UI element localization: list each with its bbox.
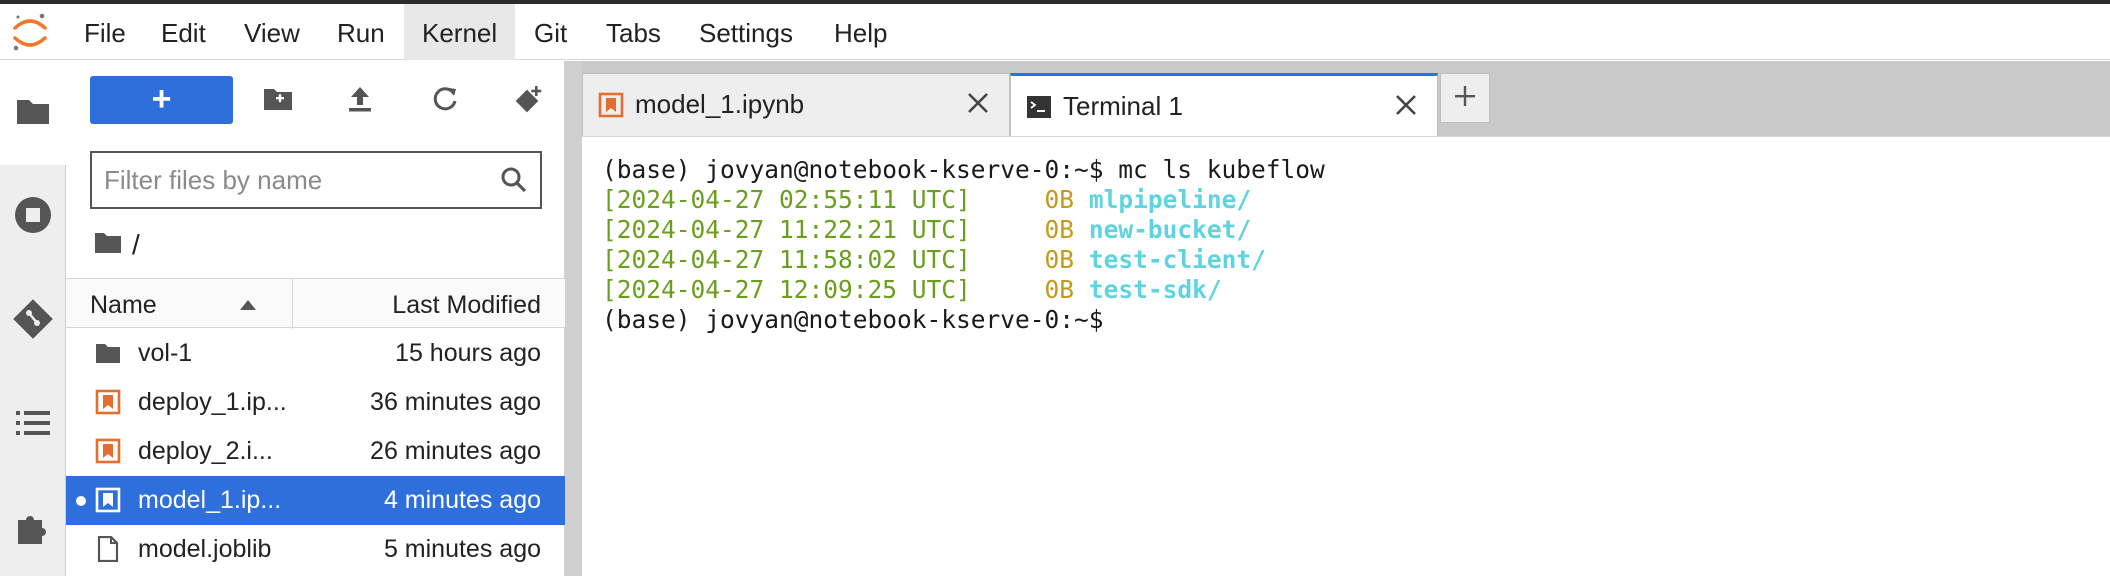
file-filter-field [90,151,542,209]
list-icon [15,408,51,443]
home-folder-icon[interactable] [94,229,122,261]
puzzle-icon [14,508,52,551]
entry-name: test-client/ [1088,245,1266,274]
notebook-icon [597,91,625,119]
file-row[interactable]: deploy_2.i... 26 minutes ago [66,427,565,476]
menu-help[interactable]: Help [816,4,905,60]
terminal-command: mc ls kubeflow [1103,155,1325,184]
menu-tabs[interactable]: Tabs [588,4,679,60]
refresh-button[interactable] [425,81,465,121]
file-modified: 15 hours ago [395,339,541,367]
menu-git[interactable]: Git [516,4,585,60]
entry-name: new-bucket/ [1088,215,1252,244]
rail-running-button[interactable] [0,165,66,269]
file-icon [94,535,122,563]
entry-name: test-sdk/ [1088,275,1222,304]
file-row[interactable]: deploy_1.ip... 36 minutes ago [66,378,565,427]
column-divider[interactable] [292,279,293,329]
terminal-prompt-line: (base) jovyan@notebook-kserve-0:~$ [602,305,1104,335]
terminal-entry: [2024-04-27 11:58:02 UTC] 0B test-client… [602,245,1266,275]
breadcrumb-root[interactable]: / [132,229,140,261]
menu-run[interactable]: Run [319,4,403,60]
close-icon[interactable] [1393,92,1419,118]
terminal-prompt: (base) jovyan@notebook-kserve-0:~$ [602,305,1104,334]
menu-kernel[interactable]: Kernel [404,4,516,60]
plus-icon [1453,84,1477,113]
entry-size: 0B [1044,275,1075,304]
rail-git-button[interactable] [0,269,66,373]
upload-button[interactable] [340,81,380,121]
entry-date: [2024-04-27 11:22:21 UTC] [602,215,971,244]
menu-view[interactable]: View [226,4,318,60]
git-clone-button[interactable] [509,81,549,121]
new-folder-icon [263,86,293,117]
add-tab-button[interactable] [1440,73,1490,123]
entry-size: 0B [1044,215,1075,244]
column-name-header[interactable]: Name [90,279,157,329]
entry-date: [2024-04-27 11:58:02 UTC] [602,245,971,274]
file-modified: 5 minutes ago [383,535,541,563]
entry-size: 0B [1044,245,1075,274]
entry-size: 0B [1044,185,1075,214]
file-row[interactable]: vol-1 15 hours ago [66,329,565,378]
tab-label: Terminal 1 [1063,91,1183,121]
terminal-entry: [2024-04-27 11:22:21 UTC] 0B new-bucket/ [602,215,1251,245]
file-row-selected[interactable]: model_1.ip... 4 minutes ago [66,476,565,525]
menu-bar: File Edit View Run Kernel Git Tabs Setti… [0,4,2110,60]
filter-files-input[interactable] [104,159,484,201]
terminal-entry: [2024-04-27 12:09:25 UTC] 0B test-sdk/ [602,275,1222,305]
file-row[interactable]: model.joblib 5 minutes ago [66,525,565,574]
running-indicator-dot [76,496,86,506]
notebook-icon [94,486,122,514]
close-icon[interactable] [965,90,991,116]
terminal-prompt: (base) jovyan@notebook-kserve-0:~$ [602,155,1104,184]
file-modified: 4 minutes ago [383,486,541,514]
rail-file-browser-button[interactable] [0,61,66,165]
file-modified: 26 minutes ago [370,437,541,465]
terminal-entry: [2024-04-27 02:55:11 UTC] 0B mlpipeline/ [602,185,1251,215]
file-name: vol-1 [138,339,193,367]
file-name: model_1.ip... [138,486,282,514]
column-modified-header[interactable]: Last Modified [392,279,541,329]
breadcrumb: / [94,227,140,263]
upload-icon [347,85,373,118]
sort-ascending-icon [239,298,257,316]
entry-name: mlpipeline/ [1088,185,1252,214]
folder-icon [15,96,51,131]
file-name: deploy_1.ip... [138,388,287,416]
search-icon [500,166,528,199]
new-folder-button[interactable] [258,81,298,121]
file-list-header: Name Last Modified [66,278,565,329]
new-launcher-button[interactable]: + [90,76,233,124]
rail-toc-button[interactable] [0,373,66,477]
notebook-icon [94,437,122,465]
panel-resize-gutter[interactable] [565,61,582,576]
entry-date: [2024-04-27 02:55:11 UTC] [602,185,971,214]
stop-circle-icon [13,195,53,240]
jupyter-logo-icon [6,8,54,56]
tab-label: model_1.ipynb [635,89,805,119]
menu-settings[interactable]: Settings [681,4,811,60]
activity-rail [0,61,66,576]
menu-file[interactable]: File [66,4,144,60]
terminal-command-line: (base) jovyan@notebook-kserve-0:~$ mc ls… [602,155,1325,185]
terminal-output[interactable]: (base) jovyan@notebook-kserve-0:~$ mc ls… [582,136,2110,576]
refresh-icon [431,85,459,118]
tab-terminal[interactable]: Terminal 1 [1010,73,1438,137]
entry-date: [2024-04-27 12:09:25 UTC] [602,275,971,304]
dock-tab-bar: model_1.ipynb Terminal 1 [582,61,2110,137]
notebook-icon [94,388,122,416]
terminal-icon [1025,93,1053,121]
file-browser-panel: + / Name Last Mo [66,61,565,576]
tab-model-notebook[interactable]: model_1.ipynb [582,73,1010,136]
rail-extensions-button[interactable] [0,477,66,576]
file-name: deploy_2.i... [138,437,273,465]
folder-icon [94,339,122,367]
menu-edit[interactable]: Edit [143,4,224,60]
git-clone-icon [514,84,544,119]
file-modified: 36 minutes ago [370,388,541,416]
git-icon [12,298,54,345]
file-name: model.joblib [138,535,272,563]
